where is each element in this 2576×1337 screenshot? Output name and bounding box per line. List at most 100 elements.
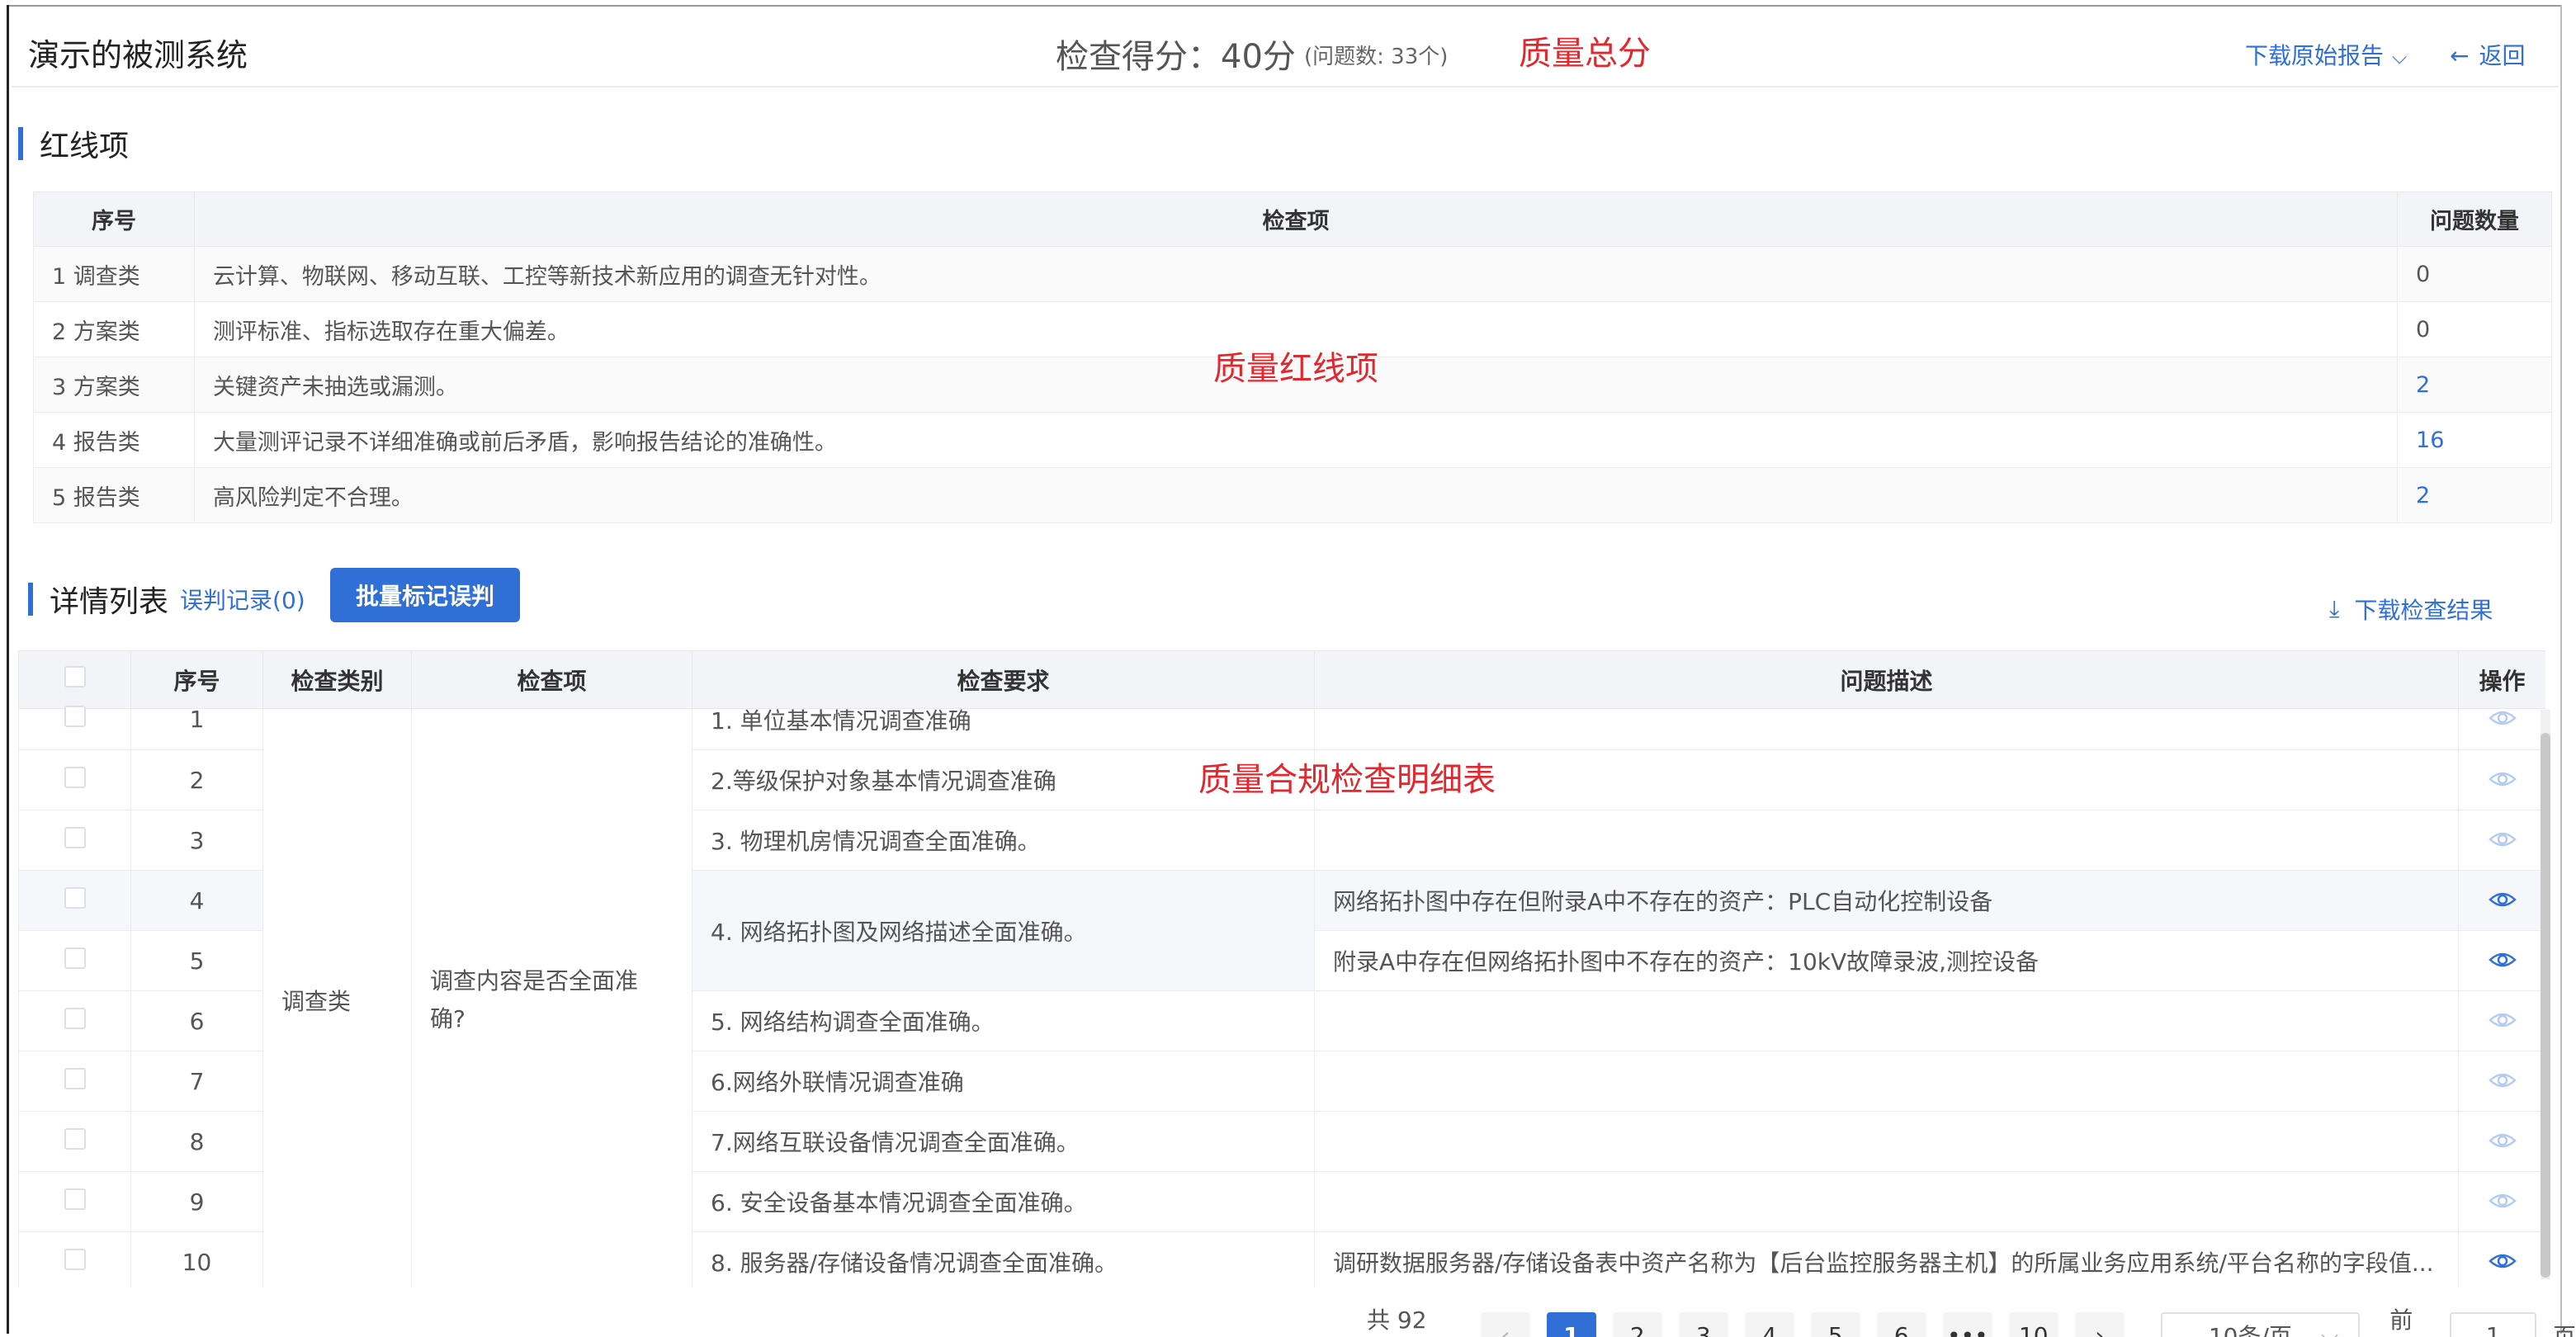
download-result-button[interactable]: ⤓ 下载检查结果 [2329,593,2493,626]
row-checkbox[interactable] [64,1007,86,1029]
row-seq: 3 [130,810,263,871]
view-action[interactable] [2458,708,2545,750]
page-button[interactable]: 10 [2008,1312,2058,1337]
chevron-down-icon: ⌵ [2392,45,2408,69]
row-description [1314,1111,2459,1172]
page-header: 演示的被测系统 检查得分：40分 (问题数: 33个) 质量总分 下载原始报告 ⌵… [12,8,2559,87]
view-action[interactable] [2458,930,2545,991]
arrow-left-icon: ← [2450,42,2470,69]
eye-icon[interactable] [2488,770,2517,788]
detail-title: 详情列表 [50,585,169,619]
download-report-button[interactable]: 下载原始报告 ⌵ [2245,38,2407,71]
page-button[interactable]: 3 [1678,1312,1728,1337]
row-checkbox[interactable] [64,826,86,848]
chevron-left-icon: ‹ [1501,1321,1510,1337]
row-checkbox[interactable] [64,1067,86,1089]
page-size-select[interactable]: 10条/页 ⌵ [2160,1312,2361,1337]
row-checkbox[interactable] [64,1188,86,1210]
column-header: 检查类别 [262,650,412,709]
more-pages-button[interactable]: ••• [1942,1312,1992,1337]
page-suffix-label: 页 [2552,1323,2576,1337]
prev-page-button[interactable]: ‹ [1480,1312,1530,1337]
page-button[interactable]: 1 [1546,1312,1596,1337]
goto-page-input[interactable]: 1 [2450,1312,2536,1337]
table-scrollbar-thumb[interactable] [2541,733,2550,1278]
row-seq: 4 报告类 [33,412,195,468]
total-count: 共 92 条 [1367,1306,1427,1334]
row-select-cell [18,706,131,750]
page-button[interactable]: 6 [1876,1312,1926,1337]
view-action[interactable] [2458,1111,2545,1172]
row-checkbox[interactable] [64,1127,86,1150]
misjudge-record-link[interactable]: 误判记录(0) [180,583,305,616]
row-description: 附录A中存在但网络拓扑图中不存在的资产：10kV故障录波,测控设备 [1314,930,2459,991]
eye-icon[interactable] [2488,891,2517,909]
page-button[interactable]: 4 [1744,1312,1794,1337]
back-button[interactable]: ← 返回 [2450,38,2525,71]
row-requirement: 4. 网络拓扑图及网络描述全面准确。 [692,870,1315,991]
row-seq: 9 [130,1171,263,1232]
select-all-checkbox[interactable] [64,666,86,687]
view-action[interactable] [2458,870,2545,931]
annotation-total-score: 质量总分 [1519,35,1651,73]
column-header: 检查项 [411,650,692,709]
detail-section-header: 详情列表 误判记录(0) [28,578,305,621]
eye-icon[interactable] [2488,830,2517,848]
view-action[interactable] [2458,1051,2545,1112]
redline-section-header: 红线项 [18,122,129,165]
row-select-cell [18,930,131,991]
row-count-link[interactable]: 16 [2397,412,2552,468]
eye-icon[interactable] [2488,951,2517,969]
pagination: 共 92 条 ‹ 1 2 3 4 5 6 ••• 10 › 10条/页 ⌵ 前往… [1367,1302,2576,1337]
column-header: 问题数量 [2397,191,2552,247]
row-seq: 5 [130,930,263,991]
row-item: 高风险判定不合理。 [193,467,2399,523]
column-header: 序号 [33,191,195,247]
view-action[interactable] [2458,810,2545,871]
row-checkbox[interactable] [64,886,86,909]
next-page-button[interactable]: › [2074,1312,2125,1337]
row-checkbox[interactable] [64,706,86,727]
table-row: 1 调查类 调查内容是否全面准确? 1. 单位基本情况调查准确 [18,706,2545,1287]
row-description: 网络拓扑图中存在但附录A中不存在的资产：PLC自动化控制设备 [1314,870,2459,931]
row-count: 0 [2397,301,2552,357]
row-requirement: 3. 物理机房情况调查全面准确。 [692,810,1315,871]
row-seq: 8 [130,1111,263,1172]
eye-icon[interactable] [2488,1071,2517,1089]
annotation-detail-table: 质量合规检查明细表 [1198,761,1496,799]
batch-mark-misjudge-button[interactable]: 批量标记误判 [330,568,520,622]
eye-icon[interactable] [2488,1192,2517,1210]
eye-icon[interactable] [2488,1252,2517,1270]
view-action[interactable] [2458,749,2545,810]
row-item: 大量测评记录不详细准确或前后矛盾，影响报告结论的准确性。 [193,412,2399,468]
row-requirement: 1. 单位基本情况调查准确 [692,707,1315,750]
row-description [1314,990,2459,1051]
row-select-cell [18,810,131,871]
eye-icon[interactable] [2488,1131,2517,1150]
row-select-cell [18,749,131,810]
row-category: 调查类 [262,708,412,1287]
row-checkbox[interactable] [64,947,86,969]
page-button[interactable]: 2 [1612,1312,1662,1337]
section-accent-bar [28,583,33,616]
row-count-link[interactable]: 2 [2397,467,2552,523]
row-checkbox[interactable] [64,1248,86,1270]
eye-icon[interactable] [2488,1011,2517,1029]
view-action[interactable] [2458,990,2545,1051]
view-action[interactable] [2458,1171,2545,1232]
table-row: 1 调查类 云计算、物联网、移动互联、工控等新技术新应用的调查无针对性。 0 [33,246,2552,302]
row-checkbox[interactable] [64,766,86,788]
page-button[interactable]: 5 [1810,1312,1860,1337]
row-select-cell [18,870,131,931]
row-description [1314,1171,2459,1232]
section-accent-bar [18,127,23,160]
view-action[interactable] [2458,1231,2545,1287]
row-requirement: 8. 服务器/存储设备情况调查全面准确。 [692,1231,1315,1287]
row-count-link[interactable]: 2 [2397,357,2552,413]
row-seq: 2 [130,749,263,810]
eye-icon[interactable] [2488,709,2517,727]
row-requirement: 7.网络互联设备情况调查全面准确。 [692,1111,1315,1172]
download-result-label: 下载检查结果 [2354,597,2493,624]
row-requirement: 6.网络外联情况调查准确 [692,1051,1315,1112]
row-check-item: 调查内容是否全面准确? [411,708,692,1287]
